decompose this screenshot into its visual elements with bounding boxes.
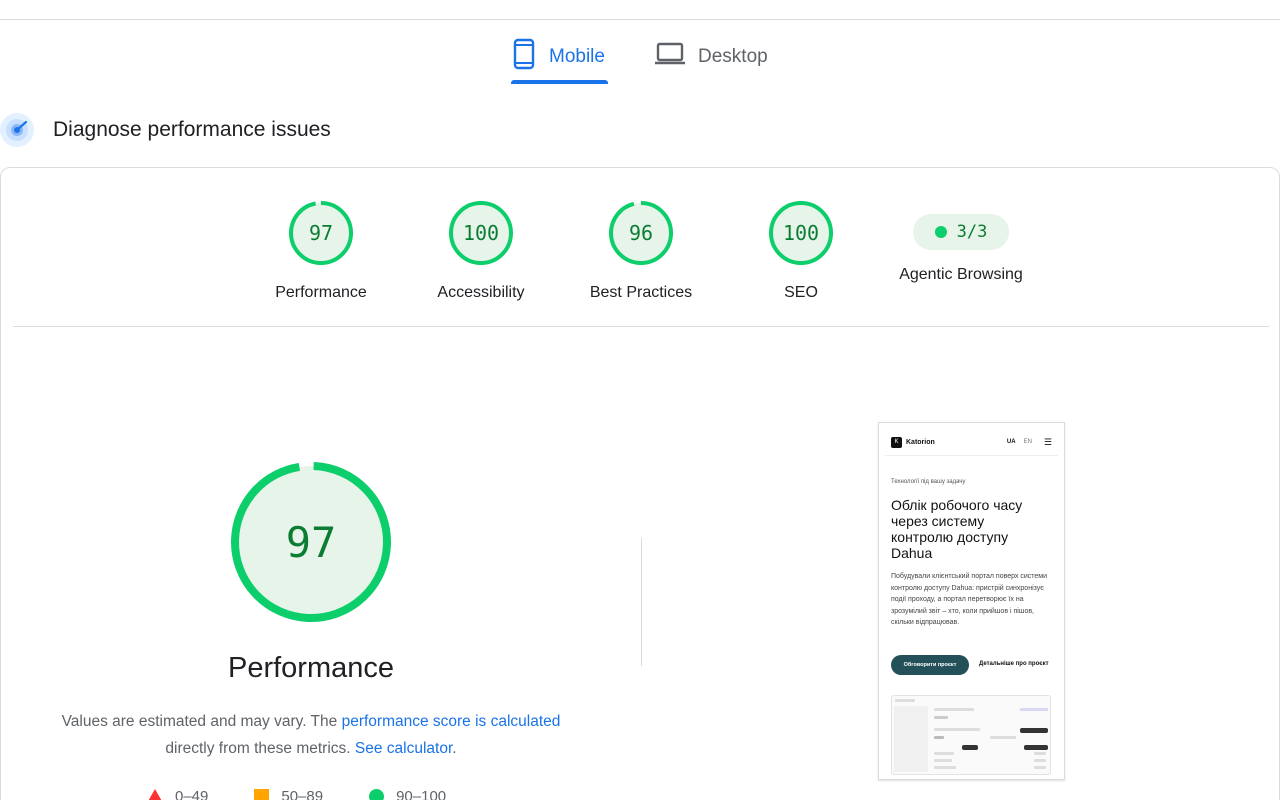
score-value: 100 (782, 221, 820, 245)
thumb-lang-en: EN (1023, 439, 1032, 445)
score-label: Agentic Browsing (899, 266, 1023, 283)
preview-bar (1034, 752, 1046, 755)
preview-bar (934, 752, 954, 755)
section-title: Diagnose performance issues (53, 118, 331, 141)
score-agentic-browsing[interactable]: 3/3 Agentic Browsing (881, 200, 1041, 284)
legend-label: 90–100 (396, 787, 447, 800)
tab-mobile[interactable]: Mobile (511, 30, 605, 84)
performance-score: 97 (285, 517, 337, 567)
score-label: Performance (275, 284, 367, 301)
section-header: Diagnose performance issues (0, 112, 331, 148)
preview-dark-bar (1024, 745, 1048, 750)
brand-logo-icon: K (891, 436, 902, 448)
pass-dot-icon (934, 226, 947, 238)
vertical-separator (641, 538, 642, 666)
score-label: SEO (784, 284, 818, 301)
preview-bar (1034, 766, 1046, 769)
square-icon (254, 788, 270, 800)
score-accessibility[interactable]: 100 Accessibility (421, 200, 541, 302)
score-gauge: 96 (608, 200, 674, 266)
device-tabs: Mobile Desktop (0, 30, 1280, 86)
desc-text: directly from these metrics. (165, 740, 355, 757)
legend-good: 90–100 (369, 788, 446, 800)
hamburger-icon: ☰ (1043, 436, 1052, 447)
preview-bar (1020, 708, 1048, 711)
tab-desktop[interactable]: Desktop (654, 30, 768, 84)
score-value: 97 (308, 221, 334, 245)
legend-label: 0–49 (175, 787, 209, 800)
performance-gauge: 97 (229, 460, 393, 624)
smartphone-icon (511, 38, 537, 76)
thumb-primary-button: Обговорити проєкт (891, 655, 969, 675)
active-tab-indicator (511, 80, 608, 84)
thumb-lang-ua: UA (1006, 439, 1016, 445)
radar-icon (0, 113, 34, 147)
preview-bar (990, 736, 1016, 739)
score-value: 100 (462, 221, 500, 245)
score-seo[interactable]: 100 SEO (741, 200, 861, 302)
score-legend: 0–49 50–89 90–100 (147, 786, 492, 800)
report-card: 97 Performance 100 Accessibility 96 Best… (0, 167, 1280, 800)
preview-bar (895, 699, 915, 702)
agentic-value: 3/3 (956, 222, 988, 242)
triangle-icon (147, 789, 163, 800)
score-gauge: 100 (768, 200, 834, 266)
legend-poor: 0–49 (147, 788, 208, 800)
thumb-kicker: Технології під вашу задачу (891, 479, 966, 485)
thumb-divider (885, 455, 1058, 456)
preview-bar (934, 708, 974, 711)
top-divider (0, 19, 1280, 20)
tab-mobile-label: Mobile (549, 46, 605, 67)
thumb-dashboard-preview (891, 695, 1051, 775)
performance-title: Performance (227, 652, 394, 684)
thumb-heading: Облік робочого часу через систему контро… (891, 497, 1023, 561)
tab-desktop-label: Desktop (698, 46, 768, 67)
laptop-icon (654, 41, 686, 73)
preview-bar (934, 759, 952, 762)
preview-bar (934, 728, 980, 731)
score-gauge: 100 (448, 200, 514, 266)
score-label: Accessibility (437, 284, 525, 301)
preview-dark-bar (962, 745, 978, 750)
score-value: 96 (628, 221, 654, 245)
preview-bar (934, 766, 956, 769)
page-screenshot[interactable]: K Katorion UA EN ☰ Технології під вашу з… (878, 422, 1065, 780)
score-best-practices[interactable]: 96 Best Practices (581, 200, 701, 302)
card-divider (13, 326, 1269, 327)
preview-bar (934, 736, 944, 739)
agentic-badge: 3/3 (913, 214, 1009, 250)
thumb-brand: Katorion (906, 438, 935, 446)
score-calculated-link[interactable]: performance score is calculated (342, 713, 561, 730)
legend-average: 50–89 (254, 788, 323, 800)
score-gauge: 97 (288, 200, 354, 266)
score-label: Best Practices (589, 284, 693, 301)
preview-bar (1034, 759, 1046, 762)
performance-description: Values are estimated and may vary. The p… (41, 708, 581, 762)
thumb-nav: K Katorion UA EN ☰ (891, 435, 1052, 449)
thumb-body: Побудували клієнтський портал поверх сис… (891, 573, 1048, 626)
see-calculator-link[interactable]: See calculator (355, 740, 452, 757)
score-performance[interactable]: 97 Performance (261, 200, 381, 302)
desc-text: . (452, 740, 457, 757)
thumb-secondary-link: Детальніше про проєкт (979, 661, 1049, 667)
legend-label: 50–89 (281, 787, 324, 800)
preview-sidebar (894, 706, 928, 772)
circle-icon (369, 788, 385, 800)
preview-dark-bar (1020, 728, 1048, 733)
preview-bar (934, 716, 948, 719)
desc-text: Values are estimated and may vary. The (61, 713, 342, 730)
